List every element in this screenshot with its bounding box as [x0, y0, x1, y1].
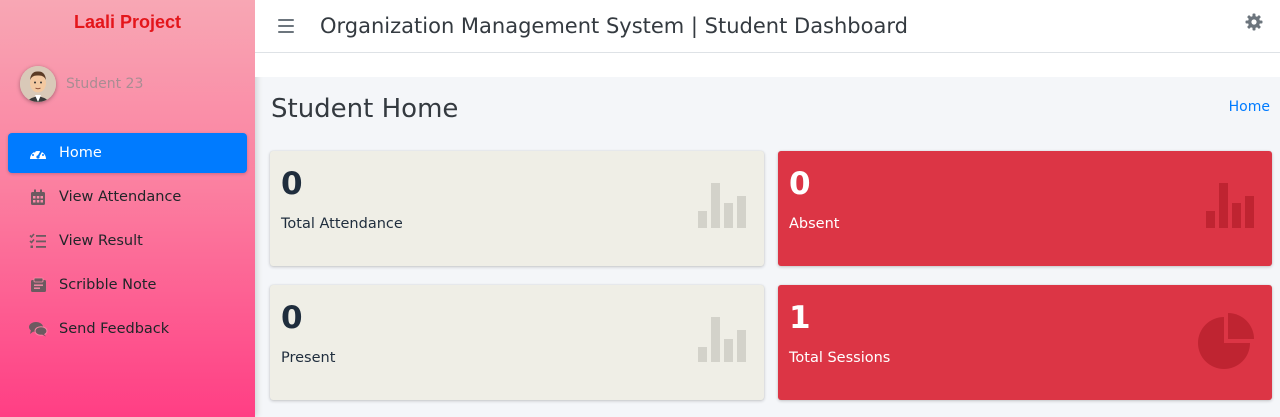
stat-label: Present	[281, 350, 336, 366]
stat-value: 0	[789, 166, 811, 202]
top-navbar: Organization Management System | Student…	[255, 0, 1280, 53]
sidebar: Laali Project Student 23 Home View Atten…	[0, 0, 255, 417]
app-title: Organization Management System | Student…	[320, 14, 908, 38]
sidebar-item-label: Home	[59, 145, 102, 161]
user-panel: Student 23	[0, 45, 255, 122]
sidebar-item-scribble-note[interactable]: Scribble Note	[8, 265, 247, 305]
sidebar-item-label: Send Feedback	[59, 321, 170, 337]
stat-box-total-sessions: 1 Total Sessions	[778, 285, 1272, 400]
bar-chart-icon	[1206, 183, 1256, 233]
sidebar-nav: Home View Attendance View Result Scribbl…	[0, 133, 255, 349]
stat-box-present: 0 Present	[270, 285, 764, 400]
dashboard-icon	[28, 144, 48, 162]
sidebar-item-label: View Result	[59, 233, 143, 249]
bar-chart-icon	[698, 317, 748, 367]
stat-value: 0	[281, 166, 303, 202]
calendar-icon	[28, 188, 48, 206]
gear-icon[interactable]	[1245, 13, 1263, 31]
pie-chart-icon	[1194, 311, 1258, 377]
stat-label: Total Attendance	[281, 216, 403, 232]
page-title: Student Home	[271, 94, 459, 124]
stat-label: Total Sessions	[789, 350, 891, 366]
stat-value: 0	[281, 300, 303, 336]
comments-icon	[28, 320, 48, 338]
note-icon	[28, 276, 48, 294]
sidebar-item-label: Scribble Note	[59, 277, 157, 293]
sidebar-item-send-feedback[interactable]: Send Feedback	[8, 309, 247, 349]
bar-chart-icon	[698, 183, 748, 233]
user-name[interactable]: Student 23	[66, 76, 143, 92]
stat-value: 1	[789, 300, 811, 336]
stat-box-total-attendance: 0 Total Attendance	[270, 151, 764, 266]
sidebar-item-label: View Attendance	[59, 189, 182, 205]
stat-label: Absent	[789, 216, 840, 232]
sidebar-item-home[interactable]: Home	[8, 133, 247, 173]
menu-toggle-icon[interactable]	[278, 19, 294, 33]
brand-logo-text[interactable]: Laali Project	[0, 0, 255, 45]
checklist-icon	[28, 232, 48, 250]
sidebar-item-view-attendance[interactable]: View Attendance	[8, 177, 247, 217]
sidebar-item-view-result[interactable]: View Result	[8, 221, 247, 261]
header-spacer	[255, 53, 1280, 77]
avatar[interactable]	[20, 65, 56, 102]
breadcrumb-home-link[interactable]: Home	[1229, 99, 1270, 115]
stat-box-absent: 0 Absent	[778, 151, 1272, 266]
